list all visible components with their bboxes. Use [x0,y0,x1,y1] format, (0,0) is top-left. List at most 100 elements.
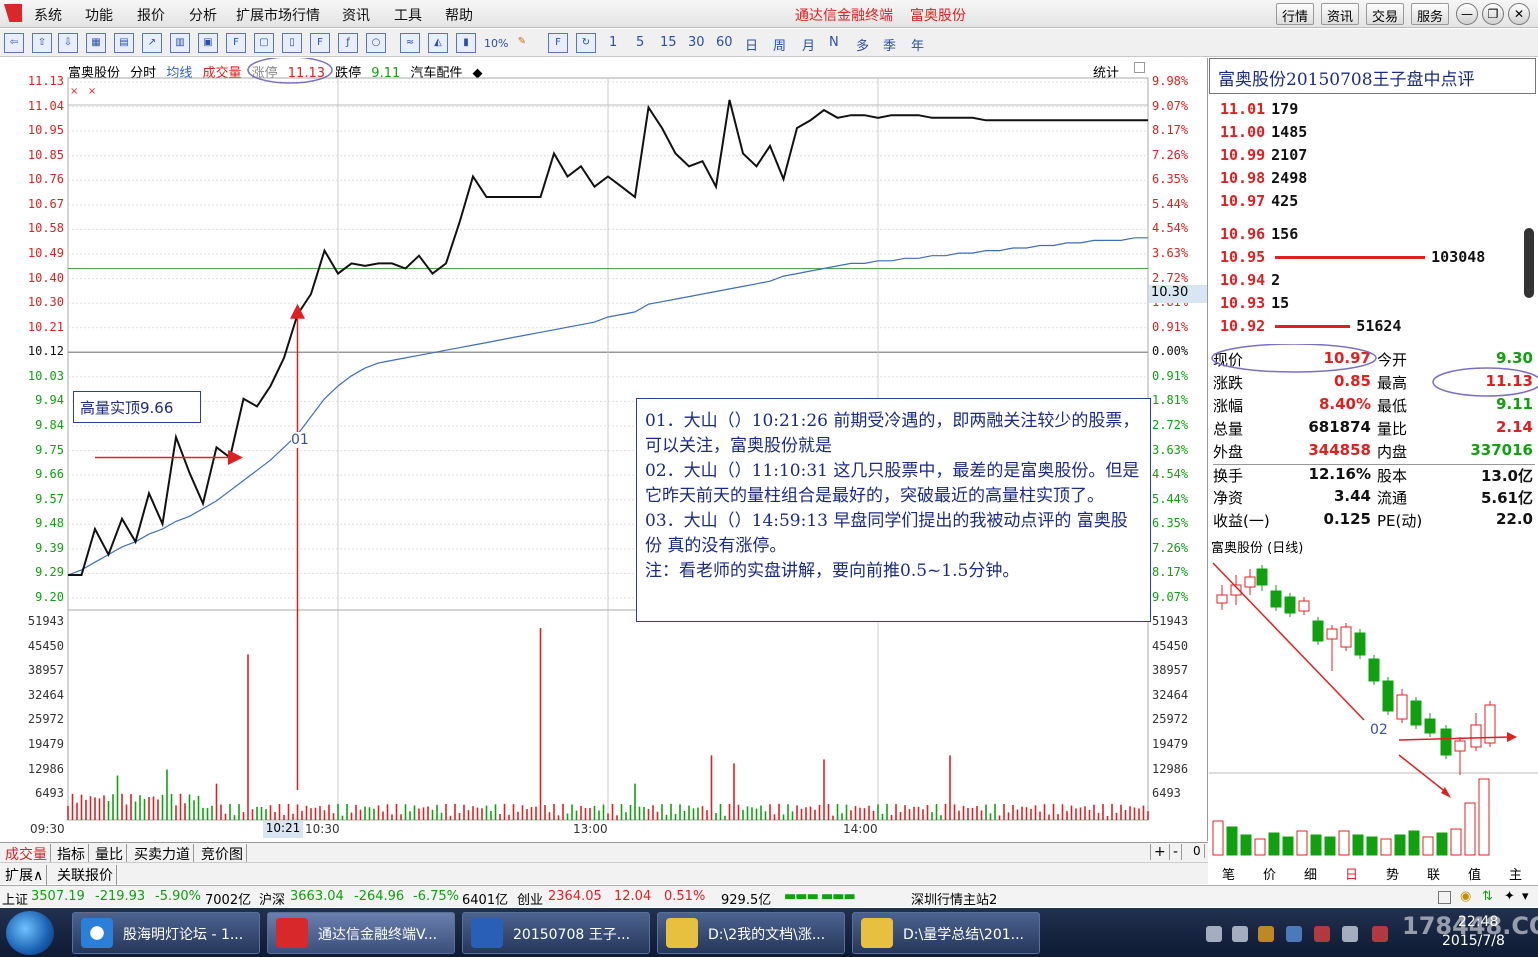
line-chart-icon[interactable]: ↗ [142,33,162,53]
period-day[interactable]: 日 [745,35,758,54]
period-1min[interactable]: 1 [609,35,617,50]
menu-item-extended-market[interactable]: 扩展市场行情 [236,5,320,25]
menu-item-function[interactable]: 功能 [85,5,113,25]
f5-icon[interactable]: F [548,33,568,53]
report-icon[interactable]: ▣ [198,33,218,53]
orderbook-row[interactable]: 10.93 15 [1220,294,1289,312]
gold-coin-icon[interactable]: ◉ [1460,889,1471,904]
zoom-reset-button[interactable]: 0 [1190,844,1205,858]
back-arrow-icon[interactable]: ⇦ [4,33,24,53]
menu-item-analysis[interactable]: 分析 [189,5,217,25]
minimize-icon[interactable]: — [1456,3,1478,25]
period-multi[interactable]: 多 [856,35,869,54]
up-arrow-icon[interactable]: ⇧ [32,33,52,53]
pin-icon[interactable]: ✦ [1504,889,1515,904]
shield-icon[interactable] [1286,926,1302,942]
close-icon[interactable]: ✕ [1508,3,1530,25]
menu-item-system[interactable]: 系统 [34,5,62,25]
orderbook-row[interactable]: 11.00 1485 [1220,123,1307,141]
menu-item-help[interactable]: 帮助 [445,5,473,25]
side-tab[interactable]: 主 [1509,864,1522,883]
f10-icon[interactable]: F [226,33,246,53]
clock-date[interactable]: 2015/7/8 [1442,933,1505,949]
start-button-icon[interactable] [6,911,54,955]
daily-kline-chart[interactable] [1209,555,1538,863]
orderbook-row[interactable]: 10.97 425 [1220,192,1298,210]
pct-scale-toggle[interactable]: 10% [484,37,508,50]
side-tab[interactable]: 值 [1468,864,1481,883]
task-folder-2[interactable]: D:\量学总结\201... [852,912,1040,954]
task-forum-label: 股海明灯论坛 - 1... [123,927,244,943]
period-30min[interactable]: 30 [688,35,705,50]
tab-indicator[interactable]: 指标 [54,844,89,864]
tray-arrow-icon[interactable] [1314,926,1330,942]
wave-icon[interactable]: ≈ [400,33,420,53]
period-60min[interactable]: 60 [716,35,733,50]
side-tab[interactable]: 细 [1304,864,1317,883]
server-station[interactable]: 深圳行情主站2 [911,889,997,908]
f12-icon[interactable]: F [310,33,330,53]
tab-related-quotes[interactable]: 关联报价 [54,865,117,885]
grid-icon[interactable]: ▦ [86,33,106,53]
period-month[interactable]: 月 [802,35,815,54]
menu-item-tools[interactable]: 工具 [394,5,422,25]
keyboard-icon[interactable] [1206,926,1222,942]
period-n[interactable]: N [829,35,839,50]
service-button[interactable]: 服务 [1411,3,1450,25]
table-icon[interactable]: ▤ [114,33,134,53]
price-tick-label: 9.39 [35,540,64,555]
side-tab[interactable]: 价 [1263,864,1276,883]
orderbook-row[interactable]: 10.95 103048 [1220,248,1485,266]
bar-chart-icon[interactable]: ▮ [456,33,476,53]
orderbook-row[interactable]: 11.01 179 [1220,100,1298,118]
task-forum[interactable]: 股海明灯论坛 - 1... [72,912,260,954]
search-circle-icon[interactable]: ○ [366,33,386,53]
tab-volume[interactable]: 成交量 [2,844,51,864]
market-button[interactable]: 行情 [1276,3,1315,25]
window-mode-icon[interactable] [1438,891,1451,904]
orderbook-row[interactable]: 10.98 2498 [1220,169,1307,187]
orderbook-row[interactable]: 10.96 156 [1220,225,1298,243]
folder-icon[interactable]: ▢ [254,33,274,53]
help-tray-icon[interactable] [1232,926,1248,942]
down-arrow-icon[interactable]: ⇩ [58,33,78,53]
trade-button[interactable]: 交易 [1366,3,1405,25]
clock-time[interactable]: 22:48 [1458,914,1498,930]
orderbook-row[interactable]: 10.92 51624 [1220,317,1401,335]
side-tab[interactable]: 势 [1386,864,1399,883]
volume-icon[interactable] [1372,926,1388,942]
menu-item-quote[interactable]: 报价 [137,5,165,25]
area-chart-icon[interactable]: ◭ [428,33,448,53]
period-5min[interactable]: 5 [636,35,644,50]
side-scrollbar[interactable] [1524,228,1534,298]
orderbook-row[interactable]: 10.94 2 [1220,271,1280,289]
period-year[interactable]: 年 [911,35,924,54]
tab-extend[interactable]: 扩展∧ [2,865,48,885]
tab-buy-sell-force[interactable]: 买卖力道 [131,844,194,864]
side-tab[interactable]: 笔 [1222,864,1235,883]
app-tray-icon[interactable] [1258,926,1274,942]
task-folder-1[interactable]: D:\2我的文档\涨... [657,912,845,954]
task-word-doc[interactable]: 20150708 王子... [462,912,650,954]
period-15min[interactable]: 15 [660,35,677,50]
fx-icon[interactable]: ƒ [338,33,358,53]
candle-chart-icon[interactable]: ▥ [170,33,190,53]
side-tab[interactable]: 联 [1427,864,1440,883]
orderbook-row[interactable]: 10.99 2107 [1220,146,1307,164]
menu-item-news[interactable]: 资讯 [342,5,370,25]
zoom-out-button[interactable]: - [1170,844,1183,860]
device-icon[interactable] [1342,926,1358,942]
tab-volume-ratio[interactable]: 量比 [92,844,127,864]
news-button[interactable]: 资讯 [1321,3,1360,25]
zoom-in-button[interactable]: + [1150,844,1170,860]
task-tdx[interactable]: 通达信金融终端V... [267,912,455,954]
refresh-icon[interactable]: ↻ [576,33,596,53]
pencil-icon[interactable]: ✎ [512,33,532,53]
side-tab[interactable]: 日 [1345,864,1358,883]
doc-icon[interactable]: ▯ [282,33,302,53]
period-quarter[interactable]: 季 [883,35,896,54]
period-week[interactable]: 周 [773,35,786,54]
dropdown-icon[interactable]: ▾ [1522,889,1529,904]
restore-icon[interactable]: ❐ [1482,3,1504,25]
tab-auction-chart[interactable]: 竞价图 [198,844,247,864]
